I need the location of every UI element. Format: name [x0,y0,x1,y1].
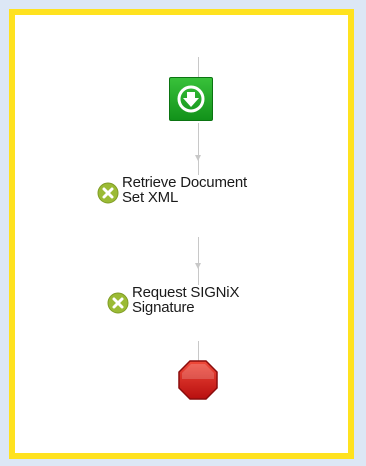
workflow-designer-canvas[interactable]: Retrieve Document Set XML Request SIGNiX… [9,9,354,459]
error-x-circle-icon [107,292,129,314]
workflow-end-node[interactable] [177,359,219,401]
connector-line-activity-1-to-2 [198,237,199,285]
activity-retrieve-document-set-xml[interactable]: Retrieve Document Set XML [97,175,247,205]
connector-line-activity-2-to-end [198,341,199,361]
connector-line-start-to-activity-1 [198,123,199,175]
activity-label: Request SIGNiX Signature [132,284,240,316]
stop-octagon-icon [178,360,218,400]
workflow-start-node[interactable] [169,77,213,121]
activity-request-signix-signature[interactable]: Request SIGNiX Signature [107,285,239,315]
connector-arrow-2 [195,263,201,269]
down-arrow-circle-icon [177,85,205,113]
error-x-circle-icon [97,182,119,204]
activity-label: Retrieve Document Set XML [122,174,247,206]
connector-arrow-1 [195,155,201,161]
